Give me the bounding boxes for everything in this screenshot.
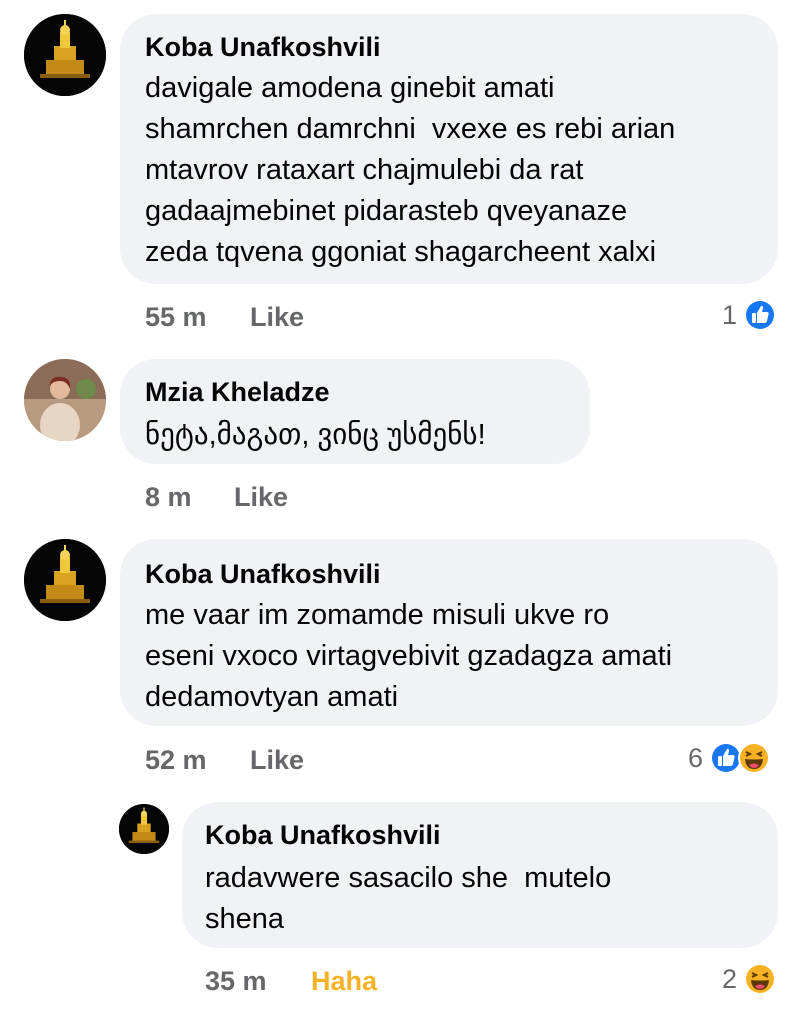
reaction-summary[interactable]: 2 (722, 961, 777, 997)
comment-bubble: Koba Unafkoshvili me vaar im zomamde mis… (120, 539, 778, 726)
comment-timestamp[interactable]: 35 m (205, 966, 267, 997)
avatar[interactable] (24, 539, 106, 621)
like-button[interactable]: Like (250, 745, 304, 776)
haha-icon (738, 742, 771, 774)
comment-author[interactable]: Koba Unafkoshvili (205, 820, 441, 851)
reaction-summary[interactable]: 6 (688, 740, 771, 776)
comment-author[interactable]: Koba Unafkoshvili (145, 32, 381, 63)
person-photo (24, 359, 106, 441)
reaction-count: 2 (722, 963, 738, 994)
avatar[interactable] (24, 359, 106, 441)
comment-timestamp[interactable]: 52 m (145, 745, 207, 776)
comment-text: ნეტა,მაგათ, ვინც უსმენს! (145, 419, 486, 451)
comment-bubble: Koba Unafkoshvili radavwere sasacilo she… (182, 802, 778, 948)
comment-timestamp[interactable]: 8 m (145, 482, 192, 513)
like-button[interactable]: Like (234, 482, 288, 513)
comment-text: radavwere sasacilo she mutelo shena (205, 862, 612, 935)
haha-reaction-button[interactable]: Haha (311, 966, 377, 997)
comment-timestamp[interactable]: 55 m (145, 302, 207, 333)
comment-text: me vaar im zomamde misuli ukve ro eseni … (145, 599, 673, 713)
like-icon (744, 299, 777, 331)
comment-text: davigale amodena ginebit amati shamrchen… (145, 72, 676, 268)
like-button[interactable]: Like (250, 302, 304, 333)
cathedral-photo (119, 804, 169, 854)
avatar[interactable] (119, 804, 169, 854)
reaction-summary[interactable]: 1 (722, 297, 777, 333)
haha-icon (744, 963, 777, 995)
comment-author[interactable]: Koba Unafkoshvili (145, 559, 381, 590)
reaction-count: 6 (688, 742, 704, 773)
reaction-count: 1 (722, 299, 738, 330)
cathedral-photo (24, 539, 106, 621)
comment-bubble: Mzia Kheladze ნეტა,მაგათ, ვინც უსმენს! (120, 359, 590, 464)
comment-author[interactable]: Mzia Kheladze (145, 377, 330, 408)
avatar[interactable] (24, 14, 106, 96)
comment-bubble: Koba Unafkoshvili davigale amodena gineb… (120, 14, 778, 284)
cathedral-photo (24, 14, 106, 96)
